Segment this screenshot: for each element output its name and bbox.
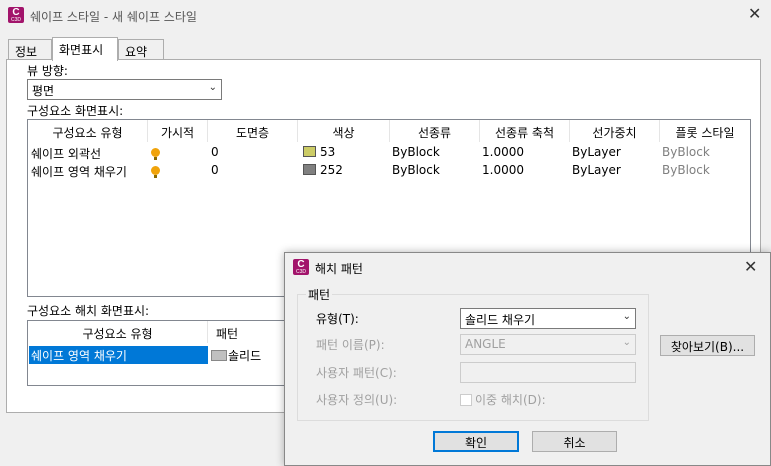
col-color[interactable]: 색상	[298, 120, 390, 142]
row1-color-value: 53	[320, 145, 336, 159]
chevron-down-icon: ⌄	[622, 337, 631, 348]
close-icon[interactable]: ✕	[748, 4, 761, 23]
chevron-down-icon: ⌄	[622, 311, 631, 322]
custom-pattern-input[interactable]	[460, 362, 636, 383]
table-header: 구성요소 유형 가시적 도면층 색상 선종류 선종류 축척 선가중치 플롯 스타…	[28, 120, 750, 142]
view-direction-value: 평면	[32, 84, 55, 98]
col-plot-style[interactable]: 플롯 스타일	[660, 120, 750, 142]
row2-plot-style[interactable]: ByBlock	[662, 163, 710, 177]
hatch-row-pattern[interactable]: 솔리드	[211, 347, 261, 364]
view-direction-select[interactable]: 평면 ⌄	[27, 79, 222, 100]
pattern-name-select[interactable]: ANGLE ⌄	[460, 334, 636, 355]
row1-lineweight[interactable]: ByLayer	[572, 145, 621, 159]
row1-type[interactable]: 쉐이프 외곽선	[31, 145, 101, 162]
window-title: 쉐이프 스타일 - 새 쉐이프 스타일	[30, 10, 197, 24]
col-pattern[interactable]: 패턴	[208, 321, 285, 343]
type-label: 유형(T):	[316, 312, 359, 326]
user-defined-label: 사용자 정의(U):	[316, 393, 398, 407]
col-linetype-scale[interactable]: 선종류 축척	[480, 120, 570, 142]
row1-lt-scale[interactable]: 1.0000	[482, 145, 524, 159]
row1-layer[interactable]: 0	[211, 145, 219, 159]
checkbox-box	[460, 394, 472, 406]
row2-layer[interactable]: 0	[211, 163, 219, 177]
view-direction-label: 뷰 방향:	[27, 64, 68, 78]
cancel-button[interactable]: 취소	[532, 431, 617, 452]
app-icon: C C3D	[293, 259, 309, 275]
color-swatch	[303, 146, 316, 157]
double-hatch-checkbox[interactable]: 이중 해치(D):	[460, 391, 546, 408]
row2-color-value: 252	[320, 163, 343, 177]
ok-button[interactable]: 확인	[433, 431, 519, 452]
dialog-title: 해치 패턴	[315, 262, 363, 276]
color-swatch	[303, 164, 316, 175]
components-hatch-label: 구성요소 해치 화면표시:	[27, 304, 150, 318]
col-component-type[interactable]: 구성요소 유형	[28, 321, 208, 343]
row2-type[interactable]: 쉐이프 영역 채우기	[31, 163, 127, 180]
browse-button[interactable]: 찾아보기(B)...	[660, 335, 755, 356]
tab-info[interactable]: 정보	[8, 39, 52, 61]
components-display-label: 구성요소 화면표시:	[27, 104, 124, 118]
pattern-name-value: ANGLE	[465, 337, 506, 351]
col-linetype[interactable]: 선종류	[390, 120, 480, 142]
pattern-group-label: 패턴	[306, 286, 333, 303]
row1-linetype[interactable]: ByBlock	[392, 145, 440, 159]
chevron-down-icon: ⌄	[208, 82, 217, 93]
table-header: 구성요소 유형 패턴	[28, 321, 285, 343]
tab-summary[interactable]: 요약	[118, 39, 164, 61]
row2-linetype[interactable]: ByBlock	[392, 163, 440, 177]
lightbulb-icon[interactable]	[151, 166, 160, 178]
close-icon[interactable]: ✕	[744, 257, 757, 276]
app-icon: C C3D	[8, 7, 24, 23]
type-value: 솔리드 채우기	[465, 313, 536, 327]
tab-display[interactable]: 화면표시	[52, 37, 118, 61]
col-layer[interactable]: 도면층	[208, 120, 298, 142]
hatch-row-type[interactable]: 쉐이프 영역 채우기	[29, 346, 208, 364]
row2-lineweight[interactable]: ByLayer	[572, 163, 621, 177]
col-lineweight[interactable]: 선가중치	[570, 120, 660, 142]
hatch-row-pattern-value: 솔리드	[228, 349, 262, 363]
type-select[interactable]: 솔리드 채우기 ⌄	[460, 308, 636, 329]
row1-plot-style[interactable]: ByBlock	[662, 145, 710, 159]
double-hatch-label: 이중 해치(D):	[475, 393, 546, 407]
row1-color[interactable]: 53	[303, 145, 335, 159]
hatch-pattern-dialog: C C3D 해치 패턴 ✕ 패턴 유형(T): 솔리드 채우기 ⌄ 패턴 이름(P…	[284, 252, 771, 466]
row2-lt-scale[interactable]: 1.0000	[482, 163, 524, 177]
col-visible[interactable]: 가시적	[148, 120, 208, 142]
custom-pattern-label: 사용자 패턴(C):	[316, 366, 397, 380]
lightbulb-icon[interactable]	[151, 148, 160, 160]
row2-color[interactable]: 252	[303, 163, 343, 177]
components-hatch-table[interactable]: 구성요소 유형 패턴 쉐이프 영역 채우기 솔리드	[27, 320, 285, 386]
col-component-type[interactable]: 구성요소 유형	[28, 120, 148, 142]
pattern-name-label: 패턴 이름(P):	[316, 338, 385, 352]
pattern-swatch	[211, 350, 227, 361]
